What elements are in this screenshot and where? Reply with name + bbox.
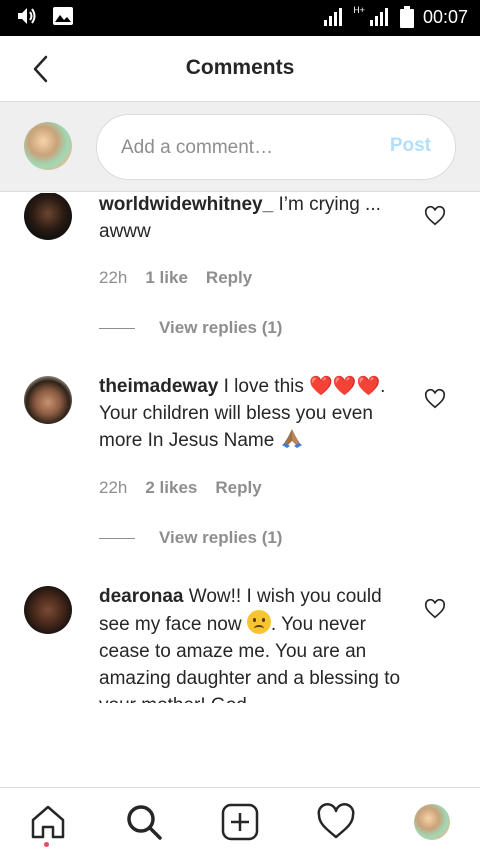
network-type-label: H+ [353,5,365,15]
like-button[interactable] [424,205,446,227]
like-button[interactable] [424,388,446,410]
comment-username[interactable]: worldwidewhitney_ [99,194,273,215]
bottom-nav [0,787,480,854]
comment-likes[interactable]: 2 likes [145,478,197,498]
page-title: Comments [185,56,295,79]
comment-meta: 22h 2 likes Reply [99,478,262,498]
view-replies-label: View replies (1) [159,318,283,337]
volume-icon [18,8,36,24]
comment-likes[interactable]: 1 like [145,268,188,288]
like-button[interactable] [424,598,446,620]
heart-icon [424,205,446,226]
heart-icon [424,598,446,619]
add-post-icon [221,803,259,841]
clock: 00:07 [422,6,468,27]
reply-button[interactable]: Reply [215,478,261,498]
comment-input-box[interactable]: Post [96,114,456,180]
search-icon [127,805,162,840]
post-button[interactable]: Post [390,135,431,157]
view-replies-button[interactable]: View replies (1) [99,318,282,338]
comment-meta: 22h 1 like Reply [99,268,252,288]
comment-composer: Post [0,102,480,192]
signal-icon [324,8,343,26]
comment-time: 22h [99,478,128,497]
comment-body: worldwidewhitney_ I’m crying ... awww [99,193,409,245]
signal-icon [369,8,388,26]
reply-button[interactable]: Reply [206,268,252,288]
nav-home-button[interactable] [28,802,68,842]
avatar[interactable] [24,586,72,634]
avatar[interactable] [24,376,72,424]
comment-input[interactable] [121,133,371,163]
battery-icon [399,6,414,28]
divider [99,537,135,539]
nav-activity-button[interactable] [316,802,356,842]
avatar [24,122,72,170]
praying-hands-emoji-icon [281,429,302,448]
nav-search-button[interactable] [124,802,164,842]
comment-body: dearonaa Wow!! I wish you could see my f… [99,583,409,703]
divider [99,327,135,329]
avatar[interactable] [24,193,72,240]
heart-icon [317,803,355,839]
image-icon [53,7,73,25]
home-icon [31,805,65,839]
header: Comments [0,36,480,102]
notification-dot [44,842,49,847]
comment-time: 22h [99,268,128,287]
status-bar: H+ 00:07 [0,0,480,36]
sad-face-emoji-icon [246,610,271,634]
heart-icon [424,388,446,409]
nav-add-post-button[interactable] [220,802,260,842]
profile-avatar[interactable] [414,804,450,840]
comment-username[interactable]: theimadeway [99,376,218,397]
comment-body: theimadeway I love this ❤️❤️❤️. Your chi… [99,373,409,454]
comments-list: worldwidewhitney_ I’m crying ... awww 22… [0,193,480,703]
comment-username[interactable]: dearonaa [99,586,183,607]
view-replies-button[interactable]: View replies (1) [99,528,282,548]
view-replies-label: View replies (1) [159,528,283,547]
